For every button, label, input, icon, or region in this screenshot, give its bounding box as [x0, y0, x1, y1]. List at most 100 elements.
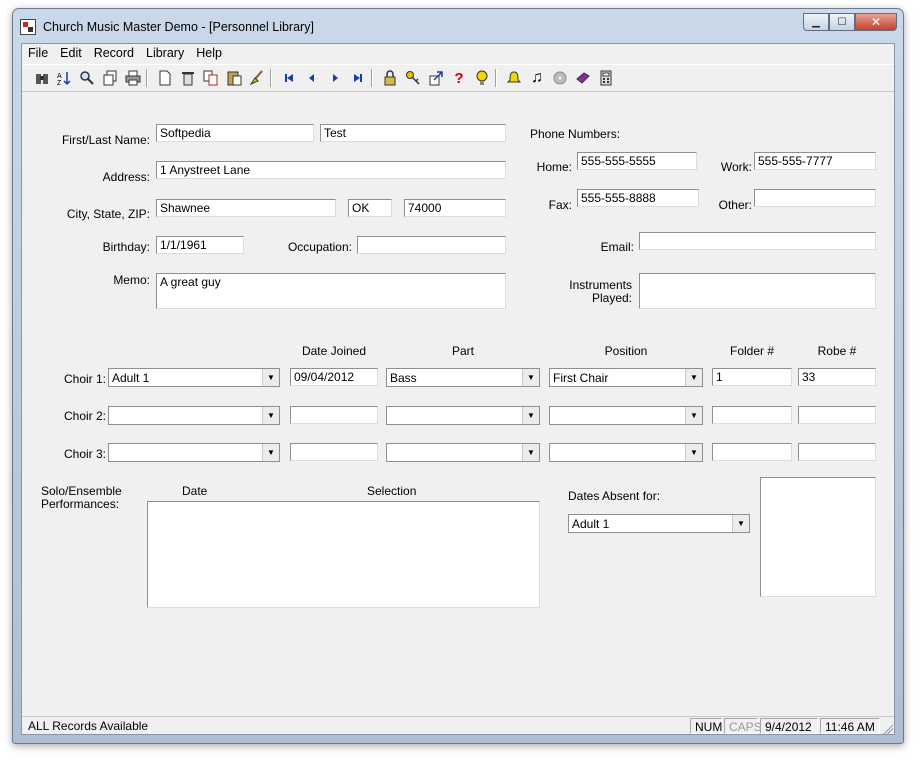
first-name-field[interactable]: Softpedia [156, 124, 314, 142]
menu-edit[interactable]: Edit [54, 44, 88, 63]
choir-3-position-select[interactable]: ▼ [549, 443, 703, 462]
state-field[interactable]: OK [348, 199, 392, 217]
toolbar: AZ ? ♫ [22, 64, 894, 92]
choir-1-label: Choir 1: [64, 372, 107, 386]
birthday-label: Birthday: [102, 240, 150, 254]
lock-icon[interactable] [380, 68, 400, 88]
app-icon[interactable] [20, 19, 36, 35]
performances-list[interactable] [147, 501, 540, 608]
next-record-icon[interactable] [325, 68, 345, 88]
last-record-icon[interactable] [348, 68, 368, 88]
choir-1-select[interactable]: Adult 1 ▼ [108, 368, 280, 387]
choir-1-robe-field[interactable]: 33 [798, 368, 876, 386]
choir-2-select[interactable]: ▼ [108, 406, 280, 425]
fax-label: Fax: [548, 198, 572, 212]
address-field[interactable]: 1 Anystreet Lane [156, 161, 506, 179]
instruments-field[interactable] [639, 273, 876, 309]
chevron-down-icon[interactable]: ▼ [685, 444, 702, 461]
status-message: ALL Records Available [28, 719, 149, 733]
home-phone-label: Home: [536, 160, 572, 174]
sort-icon[interactable]: AZ [54, 68, 74, 88]
memo-field[interactable]: A great guy [156, 273, 506, 309]
music-note-icon[interactable]: ♫ [527, 68, 547, 88]
choir-3-robe-field[interactable] [798, 443, 876, 461]
chevron-down-icon[interactable]: ▼ [522, 369, 539, 386]
previous-record-icon[interactable] [302, 68, 322, 88]
phone-numbers-label: Phone Numbers: [530, 127, 621, 141]
copy-record-icon[interactable] [100, 68, 120, 88]
other-phone-label: Other: [718, 198, 752, 212]
close-button[interactable]: ✕ [855, 13, 897, 31]
performances-label: Performances: [41, 497, 120, 511]
home-phone-field[interactable]: 555-555-5555 [577, 152, 697, 170]
copy-icon[interactable] [201, 68, 221, 88]
broom-icon[interactable] [247, 68, 267, 88]
first-record-icon[interactable] [279, 68, 299, 88]
fax-field[interactable]: 555-555-8888 [577, 189, 699, 207]
resize-grip[interactable] [882, 723, 893, 734]
paste-icon[interactable] [224, 68, 244, 88]
menu-help[interactable]: Help [190, 44, 228, 63]
chevron-down-icon[interactable]: ▼ [685, 369, 702, 386]
choir-1-part-select[interactable]: Bass ▼ [386, 368, 540, 387]
magnifier-icon[interactable] [77, 68, 97, 88]
binoculars-icon[interactable] [32, 68, 52, 88]
memo-label: Memo: [113, 273, 150, 287]
calculator-icon[interactable] [596, 68, 616, 88]
key-icon[interactable] [403, 68, 423, 88]
email-field[interactable] [639, 232, 876, 250]
absence-choir-select[interactable]: Adult 1 ▼ [568, 514, 750, 533]
choir-3-folder-field[interactable] [712, 443, 792, 461]
choir-2-position-select[interactable]: ▼ [549, 406, 703, 425]
city-field[interactable]: Shawnee [156, 199, 336, 217]
chevron-down-icon[interactable]: ▼ [262, 407, 279, 424]
choir-1-part-value: Bass [390, 371, 417, 385]
choir-2-date-joined-field[interactable] [290, 406, 378, 424]
position-header: Position [604, 344, 648, 358]
last-name-field[interactable]: Test [320, 124, 506, 142]
absence-choir-value: Adult 1 [572, 517, 610, 531]
birthday-field[interactable]: 1/1/1961 [156, 236, 244, 254]
menu-library[interactable]: Library [140, 44, 190, 63]
chevron-down-icon[interactable]: ▼ [732, 515, 749, 532]
toolbar-separator [495, 69, 497, 87]
choir-2-robe-field[interactable] [798, 406, 876, 424]
choir-2-part-select[interactable]: ▼ [386, 406, 540, 425]
title-bar[interactable]: Church Music Master Demo - [Personnel Li… [13, 9, 903, 43]
bell-icon[interactable] [504, 68, 524, 88]
dates-absent-list[interactable] [760, 477, 876, 597]
status-bar: ALL Records Available NUM CAPS 9/4/2012 … [22, 716, 894, 735]
chevron-down-icon[interactable]: ▼ [262, 444, 279, 461]
other-phone-field[interactable] [754, 189, 876, 207]
email-label: Email: [600, 240, 634, 254]
zip-field[interactable]: 74000 [404, 199, 506, 217]
chevron-down-icon[interactable]: ▼ [522, 407, 539, 424]
menu-record[interactable]: Record [88, 44, 140, 63]
choir-3-part-select[interactable]: ▼ [386, 443, 540, 462]
choir-3-select[interactable]: ▼ [108, 443, 280, 462]
status-date: 9/4/2012 [760, 718, 818, 734]
delete-icon[interactable] [178, 68, 198, 88]
tip-icon[interactable] [472, 68, 492, 88]
choir-2-folder-field[interactable] [712, 406, 792, 424]
chevron-down-icon[interactable]: ▼ [262, 369, 279, 386]
occupation-field[interactable] [357, 236, 506, 254]
choir-1-date-joined-field[interactable]: 09/04/2012 [290, 368, 378, 386]
chevron-down-icon[interactable]: ▼ [522, 444, 539, 461]
menu-file[interactable]: File [22, 44, 54, 63]
print-icon[interactable] [123, 68, 143, 88]
maximize-button[interactable]: ☐ [829, 13, 855, 31]
choir-3-date-joined-field[interactable] [290, 443, 378, 461]
chevron-down-icon[interactable]: ▼ [685, 407, 702, 424]
minimize-button[interactable]: ▁ [803, 13, 829, 31]
export-icon[interactable] [426, 68, 446, 88]
choir-1-position-select[interactable]: First Chair ▼ [549, 368, 703, 387]
work-phone-field[interactable]: 555-555-7777 [754, 152, 876, 170]
application-window: Church Music Master Demo - [Personnel Li… [12, 8, 904, 744]
book-icon[interactable] [573, 68, 593, 88]
choir-1-folder-field[interactable]: 1 [712, 368, 792, 386]
help-icon[interactable]: ? [449, 68, 469, 88]
svg-text:Z: Z [57, 80, 62, 86]
new-icon[interactable] [155, 68, 175, 88]
cd-icon[interactable] [550, 68, 570, 88]
